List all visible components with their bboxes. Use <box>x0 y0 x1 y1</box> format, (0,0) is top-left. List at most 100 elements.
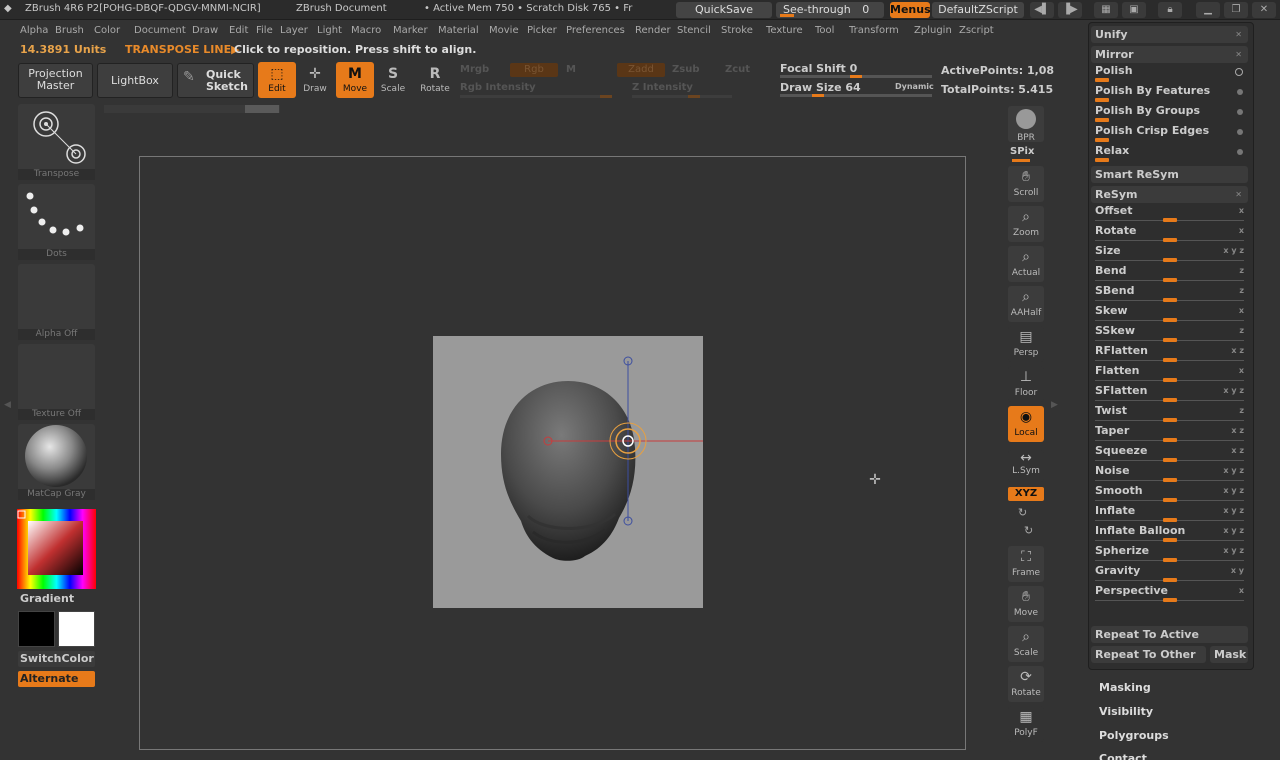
polish-by-groups-slider[interactable]: Polish By Groups <box>1091 104 1248 124</box>
right-tray-arrow-icon[interactable]: ▶ <box>1051 400 1058 416</box>
canvas-scrollbar-thumb[interactable] <box>245 105 279 113</box>
deformation-slider[interactable]: Rotate x <box>1091 224 1248 244</box>
menu-edit[interactable]: Edit <box>229 25 248 36</box>
mirror-button[interactable]: Mirror ✕ <box>1091 46 1248 63</box>
close-icon[interactable]: ✕ <box>1252 2 1276 18</box>
menu-stencil[interactable]: Stencil <box>677 25 711 36</box>
dynamic-button[interactable]: Dynamic <box>895 82 934 91</box>
deformation-axes[interactable]: x z <box>1231 346 1244 355</box>
visibility-section[interactable]: Visibility <box>1099 705 1153 718</box>
repeat-to-other-button[interactable]: Repeat To Other <box>1091 646 1206 663</box>
unify-button[interactable]: Unify ✕ <box>1091 26 1248 43</box>
menu-file[interactable]: File <box>256 25 273 36</box>
menu-brush[interactable]: Brush <box>55 25 84 36</box>
repeat-to-active-button[interactable]: Repeat To Active <box>1091 626 1248 643</box>
see-through-slider[interactable]: See-through 0 <box>776 2 884 18</box>
deformation-axes[interactable]: x y z <box>1223 486 1244 495</box>
deformation-slider[interactable]: Twist z <box>1091 404 1248 424</box>
texture-thumbnail[interactable]: Texture Off <box>18 344 95 420</box>
deformation-axes[interactable]: x <box>1239 206 1244 215</box>
deformation-slider[interactable]: RFlatten x z <box>1091 344 1248 364</box>
deformation-slider[interactable]: Flatten x <box>1091 364 1248 384</box>
alpha-thumbnail[interactable]: Alpha Off <box>18 264 95 340</box>
move-button[interactable]: M Move <box>336 62 374 98</box>
deformation-slider[interactable]: Offset x <box>1091 204 1248 224</box>
rotate-y-icon[interactable]: ↻ <box>1018 506 1027 519</box>
zoom-button[interactable]: ⌕ Zoom <box>1008 206 1044 242</box>
masking-section[interactable]: Masking <box>1099 681 1151 694</box>
move-view-button[interactable]: ✋︎ Move <box>1008 586 1044 622</box>
bpr-button[interactable]: BPR <box>1008 106 1044 143</box>
default-zscript-button[interactable]: DefaultZScript <box>932 2 1024 18</box>
deformation-axes[interactable]: x z <box>1231 446 1244 455</box>
xyz-button[interactable]: XYZ <box>1008 487 1044 501</box>
mrgb-button[interactable]: Mrgb <box>460 64 489 75</box>
menu-material[interactable]: Material <box>438 25 479 36</box>
material-thumbnail[interactable]: MatCap Gray <box>18 424 95 500</box>
main-color-swatch[interactable] <box>18 611 55 647</box>
deformation-axes[interactable]: x <box>1239 586 1244 595</box>
polish-by-features-toggle-icon[interactable] <box>1237 89 1243 95</box>
deformation-slider[interactable]: Squeeze x z <box>1091 444 1248 464</box>
polygroups-section[interactable]: Polygroups <box>1099 729 1169 742</box>
transpose-thumbnail[interactable]: Transpose <box>18 104 95 180</box>
deformation-slider[interactable]: Perspective x <box>1091 584 1248 604</box>
deformation-axes[interactable]: x y z <box>1223 506 1244 515</box>
menu-zplugin[interactable]: Zplugin <box>914 25 952 36</box>
polish-crisp-edges-toggle-icon[interactable] <box>1237 129 1243 135</box>
rgb-intensity-slider[interactable] <box>460 95 610 98</box>
deformation-axes[interactable]: x <box>1239 366 1244 375</box>
deformation-axes[interactable]: z <box>1239 406 1244 415</box>
menu-stroke[interactable]: Stroke <box>721 25 753 36</box>
menu-tool[interactable]: Tool <box>815 25 834 36</box>
scale-view-button[interactable]: ⌕ Scale <box>1008 626 1044 662</box>
deformation-slider[interactable]: Size x y z <box>1091 244 1248 264</box>
menu-color[interactable]: Color <box>94 25 120 36</box>
draw-button[interactable]: ✛ Draw <box>296 62 334 98</box>
deformation-axes[interactable]: x y z <box>1223 546 1244 555</box>
persp-button[interactable]: ▤ Persp <box>1008 326 1044 362</box>
draw-size-slider[interactable]: Draw Size 64 <box>780 81 861 94</box>
deformation-slider[interactable]: Taper x z <box>1091 424 1248 444</box>
deformation-axes[interactable]: x y z <box>1223 526 1244 535</box>
rotate-button[interactable]: R Rotate <box>416 62 454 98</box>
menu-transform[interactable]: Transform <box>849 25 899 36</box>
polish-crisp-edges-slider[interactable]: Polish Crisp Edges <box>1091 124 1248 144</box>
document-viewport[interactable] <box>433 336 708 608</box>
menu-render[interactable]: Render <box>635 25 671 36</box>
draw-size-track[interactable] <box>780 94 932 97</box>
scroll-left-icon[interactable]: ◀▌ <box>1030 2 1054 18</box>
scroll-right-icon[interactable]: ▐▶ <box>1058 2 1082 18</box>
rotate-view-button[interactable]: ⟳ Rotate <box>1008 666 1044 702</box>
rotate-z-icon[interactable]: ↻ <box>1024 524 1033 537</box>
floor-button[interactable]: ⊥ Floor <box>1008 366 1044 402</box>
relax-slider[interactable]: Relax <box>1091 144 1248 164</box>
lsym-button[interactable]: ↔ L.Sym <box>1008 450 1044 482</box>
menus-button[interactable]: Menus <box>890 2 931 18</box>
color-picker[interactable] <box>17 509 96 589</box>
polyf-button[interactable]: ▦ PolyF <box>1008 706 1044 742</box>
deformation-slider[interactable]: Inflate x y z <box>1091 504 1248 524</box>
menu-texture[interactable]: Texture <box>766 25 803 36</box>
polish-slider[interactable]: Polish <box>1091 64 1248 84</box>
focal-shift-slider[interactable]: Focal Shift 0 <box>780 62 857 75</box>
color-layout-icon[interactable]: ▣ <box>1122 2 1146 18</box>
menu-zscript[interactable]: Zscript <box>959 25 994 36</box>
quick-sketch-button[interactable]: ✎ Quick Sketch <box>177 63 254 98</box>
actual-button[interactable]: ⌕ Actual <box>1008 246 1044 282</box>
zcut-button[interactable]: Zcut <box>725 64 750 75</box>
deformation-axes[interactable]: z <box>1239 266 1244 275</box>
mask-button[interactable]: Mask <box>1210 646 1248 663</box>
lock-icon[interactable]: 🔒︎ <box>1158 2 1182 18</box>
deformation-axes[interactable]: x <box>1239 306 1244 315</box>
menu-document[interactable]: Document <box>134 25 186 36</box>
deformation-slider[interactable]: Spherize x y z <box>1091 544 1248 564</box>
gradient-label[interactable]: Gradient <box>20 592 74 605</box>
menu-marker[interactable]: Marker <box>393 25 428 36</box>
left-tray-arrow-icon[interactable]: ◀ <box>4 400 11 416</box>
polish-by-groups-toggle-icon[interactable] <box>1237 109 1243 115</box>
menu-macro[interactable]: Macro <box>351 25 381 36</box>
scale-button[interactable]: S Scale <box>374 62 412 98</box>
local-button[interactable]: ◉ Local <box>1008 406 1044 442</box>
menu-alpha[interactable]: Alpha <box>20 25 48 36</box>
